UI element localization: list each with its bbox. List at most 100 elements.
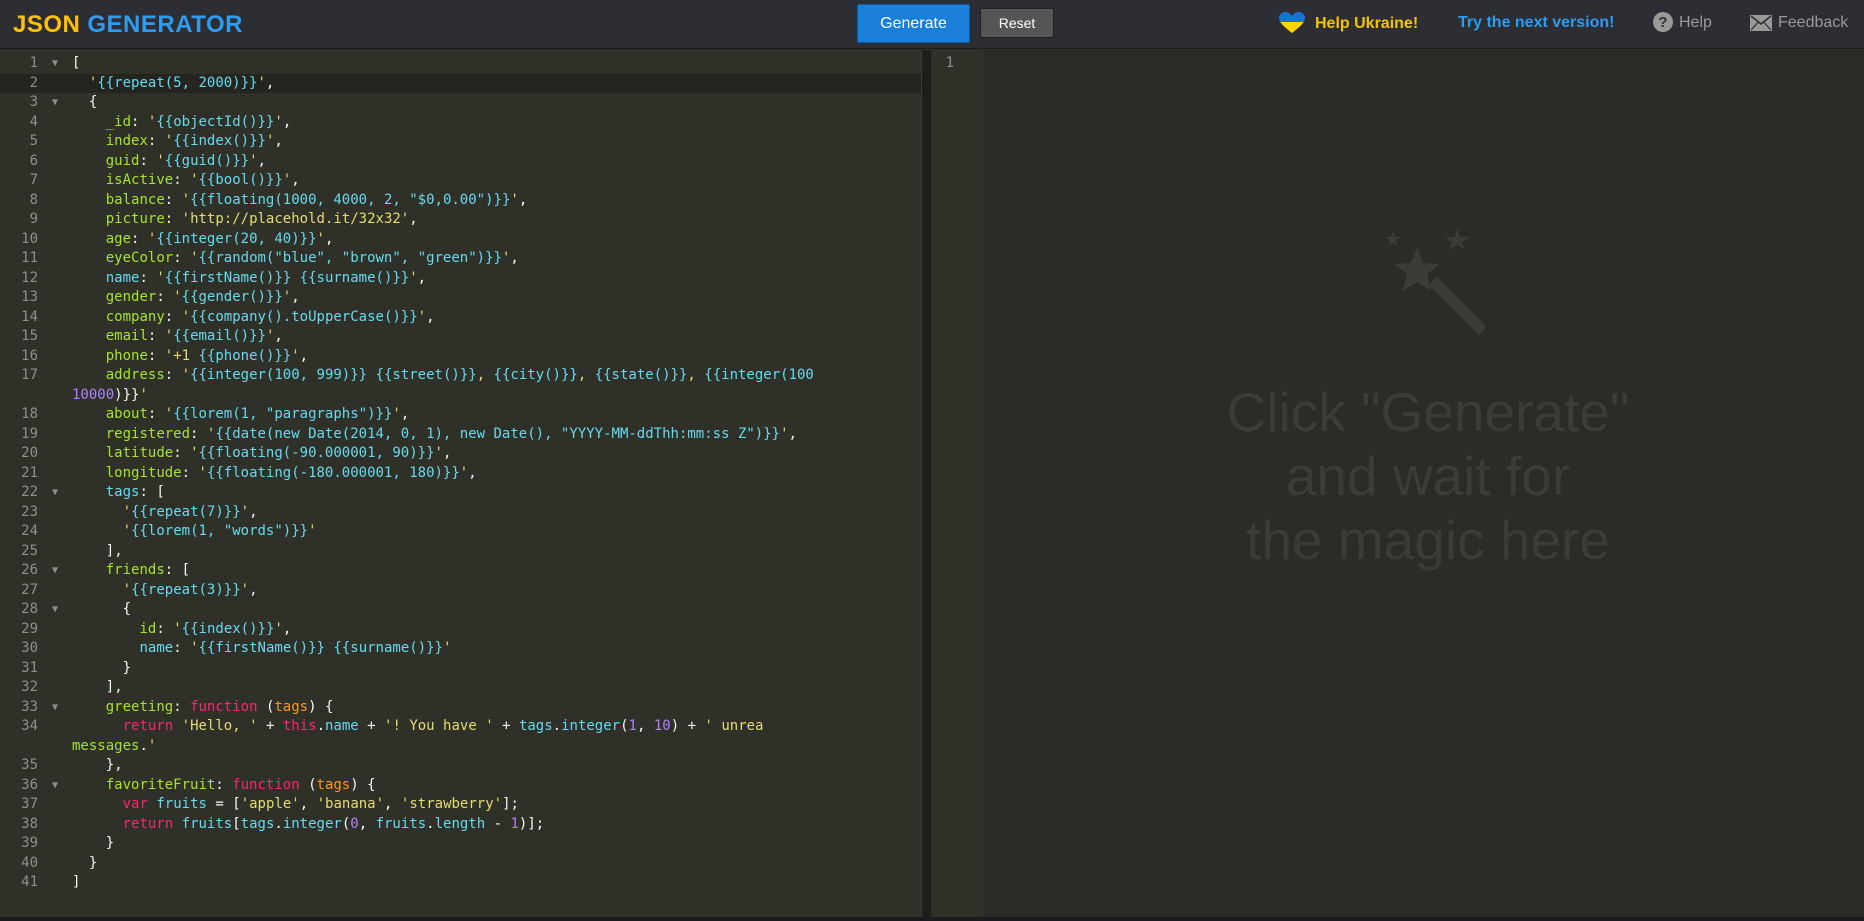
code-line[interactable]: 3 ▼ { bbox=[0, 93, 921, 113]
fold-toggle-icon[interactable]: ▼ bbox=[52, 483, 58, 503]
code-line[interactable]: 6 guid: '{{guid()}}', bbox=[0, 152, 921, 172]
editor-scrollbar[interactable] bbox=[921, 50, 930, 921]
help-link[interactable]: ? Help bbox=[1653, 12, 1712, 32]
line-number: 12 bbox=[21, 269, 38, 286]
code-line[interactable]: 33 ▼ greeting: function (tags) { bbox=[0, 698, 921, 718]
code-line[interactable]: 36 ▼ favoriteFruit: function (tags) { bbox=[0, 776, 921, 796]
code-text: company: '{{company().toUpperCase()}}', bbox=[105, 308, 435, 325]
code-line[interactable]: 18 about: '{{lorem(1, "paragraphs")}}', bbox=[0, 405, 921, 425]
line-number: 31 bbox=[21, 659, 38, 676]
help-ukraine-link[interactable]: Help Ukraine! bbox=[1279, 12, 1418, 34]
code-line[interactable]: 23 '{{repeat(7)}}', bbox=[0, 503, 921, 523]
code-line[interactable]: 19 registered: '{{date(new Date(2014, 0,… bbox=[0, 425, 921, 445]
code-line[interactable]: 21 longitude: '{{floating(-180.000001, 1… bbox=[0, 464, 921, 484]
fold-toggle-icon[interactable]: ▼ bbox=[52, 93, 58, 113]
line-number: 36 bbox=[21, 776, 38, 793]
code-line[interactable]: 25 ], bbox=[0, 542, 921, 562]
code-text: ], bbox=[105, 679, 123, 695]
code-text: registered: '{{date(new Date(2014, 0, 1)… bbox=[105, 425, 797, 442]
code-line[interactable]: 30 name: '{{firstName()}} {{surname()}}' bbox=[0, 639, 921, 659]
line-number: 15 bbox=[21, 328, 38, 344]
generate-button[interactable]: Generate bbox=[857, 4, 970, 43]
code-line[interactable]: 24 '{{lorem(1, "words")}}' bbox=[0, 522, 921, 542]
line-number: 35 bbox=[21, 757, 38, 773]
code-line[interactable]: 20 latitude: '{{floating(-90.000001, 90)… bbox=[0, 444, 921, 464]
reset-button[interactable]: Reset bbox=[980, 8, 1054, 38]
code-text: longitude: '{{floating(-180.000001, 180)… bbox=[105, 464, 477, 481]
fold-toggle-icon[interactable]: ▼ bbox=[52, 698, 58, 718]
code-line[interactable]: 27 '{{repeat(3)}}', bbox=[0, 581, 921, 601]
code-line[interactable]: 2 '{{repeat(5, 2000)}}', bbox=[0, 73, 921, 93]
fold-toggle-icon[interactable]: ▼ bbox=[52, 776, 58, 796]
question-icon: ? bbox=[1653, 12, 1673, 32]
code-text: age: '{{integer(20, 40)}}', bbox=[105, 230, 334, 247]
code-text: 10000)}}' bbox=[72, 386, 148, 403]
code-line[interactable]: 11 eyeColor: '{{random("blue", "brown", … bbox=[0, 249, 921, 269]
line-number: 25 bbox=[21, 542, 38, 559]
code-line[interactable]: 12 name: '{{firstName()}} {{surname()}}'… bbox=[0, 269, 921, 289]
code-line[interactable]: 41] bbox=[0, 873, 921, 893]
template-editor[interactable]: 1 ▼[2 '{{repeat(5, 2000)}}', 3 ▼ {4 _id: '{… bbox=[0, 50, 921, 921]
fold-toggle-icon[interactable]: ▼ bbox=[52, 600, 58, 620]
code-line[interactable]: 1 ▼ [ bbox=[0, 54, 921, 74]
code-text: friends: [ bbox=[105, 562, 191, 578]
line-number: 34 bbox=[21, 718, 38, 734]
feedback-label: Feedback bbox=[1778, 14, 1849, 31]
line-number: 20 bbox=[21, 445, 38, 461]
code-line[interactable]: 37 var fruits = ['apple', 'banana', 'str… bbox=[0, 795, 921, 815]
code-line[interactable]: 31 } bbox=[0, 659, 921, 679]
output-pane[interactable]: 1 Click "Generate" and wait for the magi… bbox=[931, 50, 1864, 921]
line-number: 26 bbox=[21, 562, 38, 578]
code-line[interactable]: 39 } bbox=[0, 834, 921, 854]
code-line[interactable]: 4 _id: '{{objectId()}}', bbox=[0, 113, 921, 133]
code-line[interactable]: 13 gender: '{{gender()}}', bbox=[0, 288, 921, 308]
code-text: messages.' bbox=[72, 737, 157, 754]
code-line[interactable]: 10 age: '{{integer(20, 40)}}', bbox=[0, 230, 921, 250]
code-text: { bbox=[88, 94, 98, 110]
output-gutter: 1 bbox=[931, 50, 983, 921]
code-text: about: '{{lorem(1, "paragraphs")}}', bbox=[105, 406, 410, 422]
line-number: 8 bbox=[29, 191, 38, 208]
code-line[interactable]: 29 id: '{{index()}}', bbox=[0, 620, 921, 640]
code-line[interactable]: 26 ▼ friends: [ bbox=[0, 561, 921, 581]
code-line-wrap[interactable]: messages.' bbox=[0, 737, 921, 757]
placeholder-line-1: Click "Generate" bbox=[1226, 381, 1630, 443]
code-line[interactable]: 5 index: '{{index()}}', bbox=[0, 132, 921, 152]
next-version-link[interactable]: Try the next version! bbox=[1458, 14, 1615, 32]
line-number: 30 bbox=[21, 640, 38, 656]
code-text: return fruits[tags.integer(0, fruits.len… bbox=[122, 815, 545, 832]
code-area[interactable]: 1 ▼[2 '{{repeat(5, 2000)}}', 3 ▼ {4 _id: '{… bbox=[0, 54, 921, 893]
logo-generator: GENERATOR bbox=[87, 11, 243, 38]
fold-toggle-icon[interactable]: ▼ bbox=[52, 54, 58, 74]
code-line[interactable]: 22 ▼ tags: [ bbox=[0, 483, 921, 503]
placeholder-line-3: the magic here bbox=[1246, 509, 1610, 571]
code-text: balance: '{{floating(1000, 4000, 2, "$0,… bbox=[105, 191, 528, 208]
line-number: 16 bbox=[21, 347, 38, 364]
code-line[interactable]: 34 return 'Hello, ' + this.name + '! You… bbox=[0, 717, 921, 737]
line-number: 6 bbox=[29, 152, 38, 169]
code-line[interactable]: 17 address: '{{integer(100, 999)}} {{str… bbox=[0, 366, 921, 386]
code-line[interactable]: 16 phone: '+1 {{phone()}}', bbox=[0, 347, 921, 367]
line-number: 33 bbox=[21, 698, 38, 715]
line-number: 41 bbox=[21, 874, 38, 890]
code-text: } bbox=[105, 835, 115, 851]
code-line[interactable]: 38 return fruits[tags.integer(0, fruits.… bbox=[0, 815, 921, 835]
code-text: return 'Hello, ' + this.name + '! You ha… bbox=[122, 718, 764, 734]
feedback-link[interactable]: Feedback bbox=[1750, 14, 1848, 32]
logo[interactable]: JSON GENERATOR bbox=[13, 11, 243, 39]
help-label: Help bbox=[1679, 14, 1712, 31]
code-line[interactable]: 35 }, bbox=[0, 756, 921, 776]
code-line[interactable]: 9 picture: 'http://placehold.it/32x32', bbox=[0, 210, 921, 230]
code-line[interactable]: 15 email: '{{email()}}', bbox=[0, 327, 921, 347]
code-line[interactable]: 28 ▼ { bbox=[0, 600, 921, 620]
code-line[interactable]: 32 ], bbox=[0, 678, 921, 698]
code-line[interactable]: 40 } bbox=[0, 854, 921, 874]
code-line[interactable]: 14 company: '{{company().toUpperCase()}}… bbox=[0, 308, 921, 328]
line-number: 14 bbox=[21, 308, 38, 325]
code-line-wrap[interactable]: 10000)}}' bbox=[0, 386, 921, 406]
code-line[interactable]: 7 isActive: '{{bool()}}', bbox=[0, 171, 921, 191]
fold-toggle-icon[interactable]: ▼ bbox=[52, 561, 58, 581]
code-line[interactable]: 8 balance: '{{floating(1000, 4000, 2, "$… bbox=[0, 191, 921, 211]
code-text: var fruits = ['apple', 'banana', 'strawb… bbox=[122, 796, 519, 812]
line-number: 32 bbox=[21, 679, 38, 695]
